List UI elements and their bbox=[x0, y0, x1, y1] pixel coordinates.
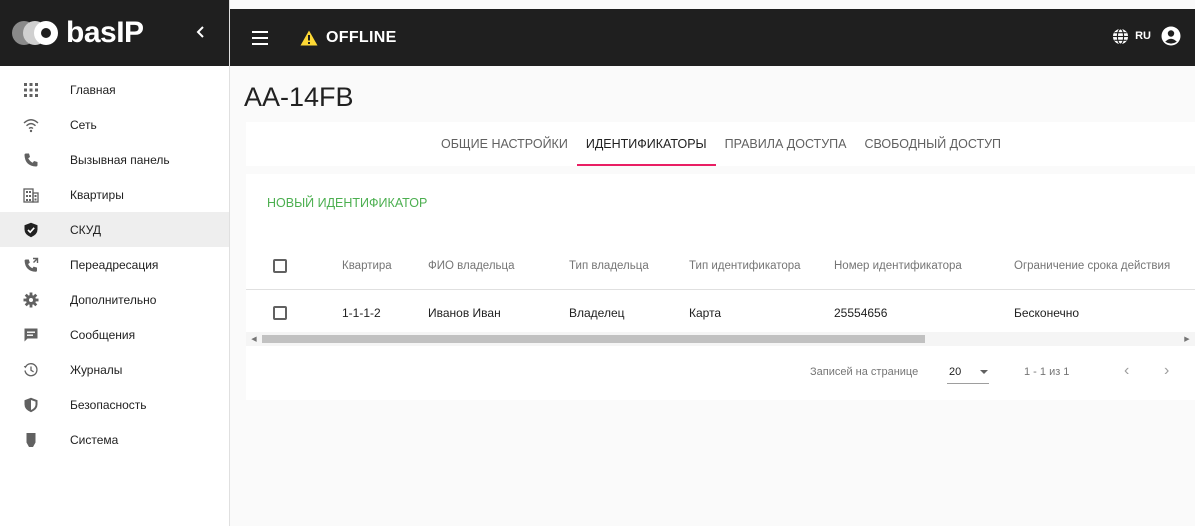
identifiers-card: НОВЫЙ ИДЕНТИФИКАТОР Квартира ФИО владель… bbox=[246, 174, 1195, 400]
table-cell: 25554656 bbox=[834, 306, 888, 320]
row-checkbox[interactable] bbox=[273, 306, 287, 320]
sidebar-item-label: Система bbox=[70, 432, 119, 447]
sidebar-item-logs[interactable]: Журналы bbox=[0, 352, 229, 387]
sidebar-item-label: Безопасность bbox=[70, 397, 147, 412]
menu-icon[interactable] bbox=[252, 30, 274, 45]
message-icon bbox=[0, 327, 70, 343]
table-cell: Владелец bbox=[569, 306, 625, 320]
shield-icon bbox=[0, 397, 70, 413]
sidebar-item-apartments[interactable]: Квартиры bbox=[0, 177, 229, 212]
status-text: OFFLINE bbox=[326, 28, 397, 46]
sidebar-item-label: СКУД bbox=[70, 222, 102, 237]
column-header[interactable]: ФИО владельца bbox=[428, 260, 515, 272]
sidebar-item-label: Сообщения bbox=[70, 327, 136, 342]
top-bar: OFFLINE RU bbox=[230, 9, 1195, 66]
sidebar-item-security[interactable]: Безопасность bbox=[0, 387, 229, 422]
sidebar-item-call-panel[interactable]: Вызывная панель bbox=[0, 142, 229, 177]
tab-free-access[interactable]: СВОБОДНЫЙ ДОСТУП bbox=[855, 122, 1010, 166]
shield-check-icon bbox=[0, 222, 70, 238]
page-range: 1 - 1 из 1 bbox=[1024, 366, 1070, 378]
sidebar-item-label: Главная bbox=[70, 82, 116, 97]
sidebar-item-system[interactable]: Система bbox=[0, 422, 229, 457]
sidebar: basIP Главная Сеть Вызывная панель Кварт… bbox=[0, 0, 230, 526]
new-identifier-button[interactable]: НОВЫЙ ИДЕНТИФИКАТОР bbox=[267, 196, 427, 210]
tab-bar: ОБЩИЕ НАСТРОЙКИ ИДЕНТИФИКАТОРЫ ПРАВИЛА Д… bbox=[246, 122, 1195, 166]
sidebar-item-home[interactable]: Главная bbox=[0, 72, 229, 107]
previous-page-icon[interactable]: ‹ bbox=[1124, 362, 1129, 380]
brand-logo-icon bbox=[12, 18, 64, 48]
rows-per-page-value: 20 bbox=[949, 365, 962, 378]
sidebar-item-access-control[interactable]: СКУД bbox=[0, 212, 229, 247]
sidebar-item-additional[interactable]: Дополнительно bbox=[0, 282, 229, 317]
table-cell: Бесконечно bbox=[1014, 306, 1080, 320]
sidebar-nav: Главная Сеть Вызывная панель Квартиры СК… bbox=[0, 66, 229, 457]
column-header[interactable]: Ограничение срока действия bbox=[1014, 260, 1170, 272]
status-indicator: OFFLINE bbox=[300, 29, 397, 47]
caret-down-icon bbox=[980, 369, 988, 374]
identifiers-table: Квартира ФИО владельца Тип владельца Тип… bbox=[246, 242, 1195, 336]
history-icon bbox=[0, 362, 70, 378]
scroll-left-icon[interactable]: ◀ bbox=[246, 335, 262, 343]
sidebar-item-label: Переадресация bbox=[70, 257, 159, 272]
table-cell: 1-1-1-2 bbox=[342, 306, 381, 320]
rows-per-page-label: Записей на странице bbox=[810, 366, 919, 378]
phone-icon bbox=[0, 152, 70, 168]
globe-icon[interactable] bbox=[1112, 27, 1129, 45]
language-selector[interactable]: RU bbox=[1135, 30, 1151, 42]
wifi-icon bbox=[0, 117, 70, 133]
scroll-right-icon[interactable]: ▶ bbox=[1179, 335, 1195, 343]
page-title: AA-14FB bbox=[244, 82, 354, 112]
sidebar-item-forwarding[interactable]: Переадресация bbox=[0, 247, 229, 282]
scrollbar-thumb[interactable] bbox=[262, 335, 925, 343]
gear-icon bbox=[0, 292, 70, 308]
sidebar-item-label: Квартиры bbox=[70, 187, 124, 202]
pagination: Записей на странице 20 1 - 1 из 1 ‹ › bbox=[246, 360, 1195, 386]
table-header-row: Квартира ФИО владельца Тип владельца Тип… bbox=[246, 242, 1195, 290]
table-cell: Карта bbox=[689, 306, 722, 320]
sidebar-item-network[interactable]: Сеть bbox=[0, 107, 229, 142]
phone-forward-icon bbox=[0, 257, 70, 273]
column-header[interactable]: Тип владельца bbox=[569, 260, 649, 272]
tab-access-rules[interactable]: ПРАВИЛА ДОСТУПА bbox=[716, 122, 856, 166]
grid-icon bbox=[0, 82, 70, 98]
warning-icon bbox=[300, 30, 318, 45]
logo-bar: basIP bbox=[0, 0, 229, 66]
tab-identifiers[interactable]: ИДЕНТИФИКАТОРЫ bbox=[576, 122, 716, 166]
horizontal-scrollbar[interactable]: ◀ ▶ bbox=[246, 332, 1195, 346]
tab-general-settings[interactable]: ОБЩИЕ НАСТРОЙКИ bbox=[432, 122, 577, 166]
table-row[interactable]: 1-1-1-2 Иванов Иван Владелец Карта 25554… bbox=[246, 290, 1195, 336]
select-all-checkbox[interactable] bbox=[273, 258, 287, 273]
sidebar-item-label: Вызывная панель bbox=[70, 152, 170, 167]
device-icon bbox=[0, 432, 70, 448]
sidebar-item-label: Сеть bbox=[70, 117, 97, 132]
sidebar-item-messages[interactable]: Сообщения bbox=[0, 317, 229, 352]
column-header[interactable]: Номер идентификатора bbox=[834, 260, 962, 272]
chevron-left-icon[interactable] bbox=[191, 22, 211, 42]
top-right-controls: RU bbox=[1112, 26, 1181, 46]
main-content: AA-14FB ОБЩИЕ НАСТРОЙКИ ИДЕНТИФИКАТОРЫ П… bbox=[230, 66, 1195, 526]
sidebar-item-label: Журналы bbox=[70, 362, 123, 377]
rows-per-page-select[interactable]: 20 bbox=[947, 360, 989, 384]
building-icon bbox=[0, 187, 70, 203]
column-header[interactable]: Тип идентификатора bbox=[689, 260, 801, 272]
next-page-icon[interactable]: › bbox=[1164, 362, 1169, 380]
brand-name: basIP bbox=[66, 16, 144, 49]
column-header[interactable]: Квартира bbox=[342, 260, 392, 272]
sidebar-item-label: Дополнительно bbox=[70, 292, 157, 307]
table-cell: Иванов Иван bbox=[428, 306, 501, 320]
account-icon[interactable] bbox=[1161, 26, 1181, 46]
